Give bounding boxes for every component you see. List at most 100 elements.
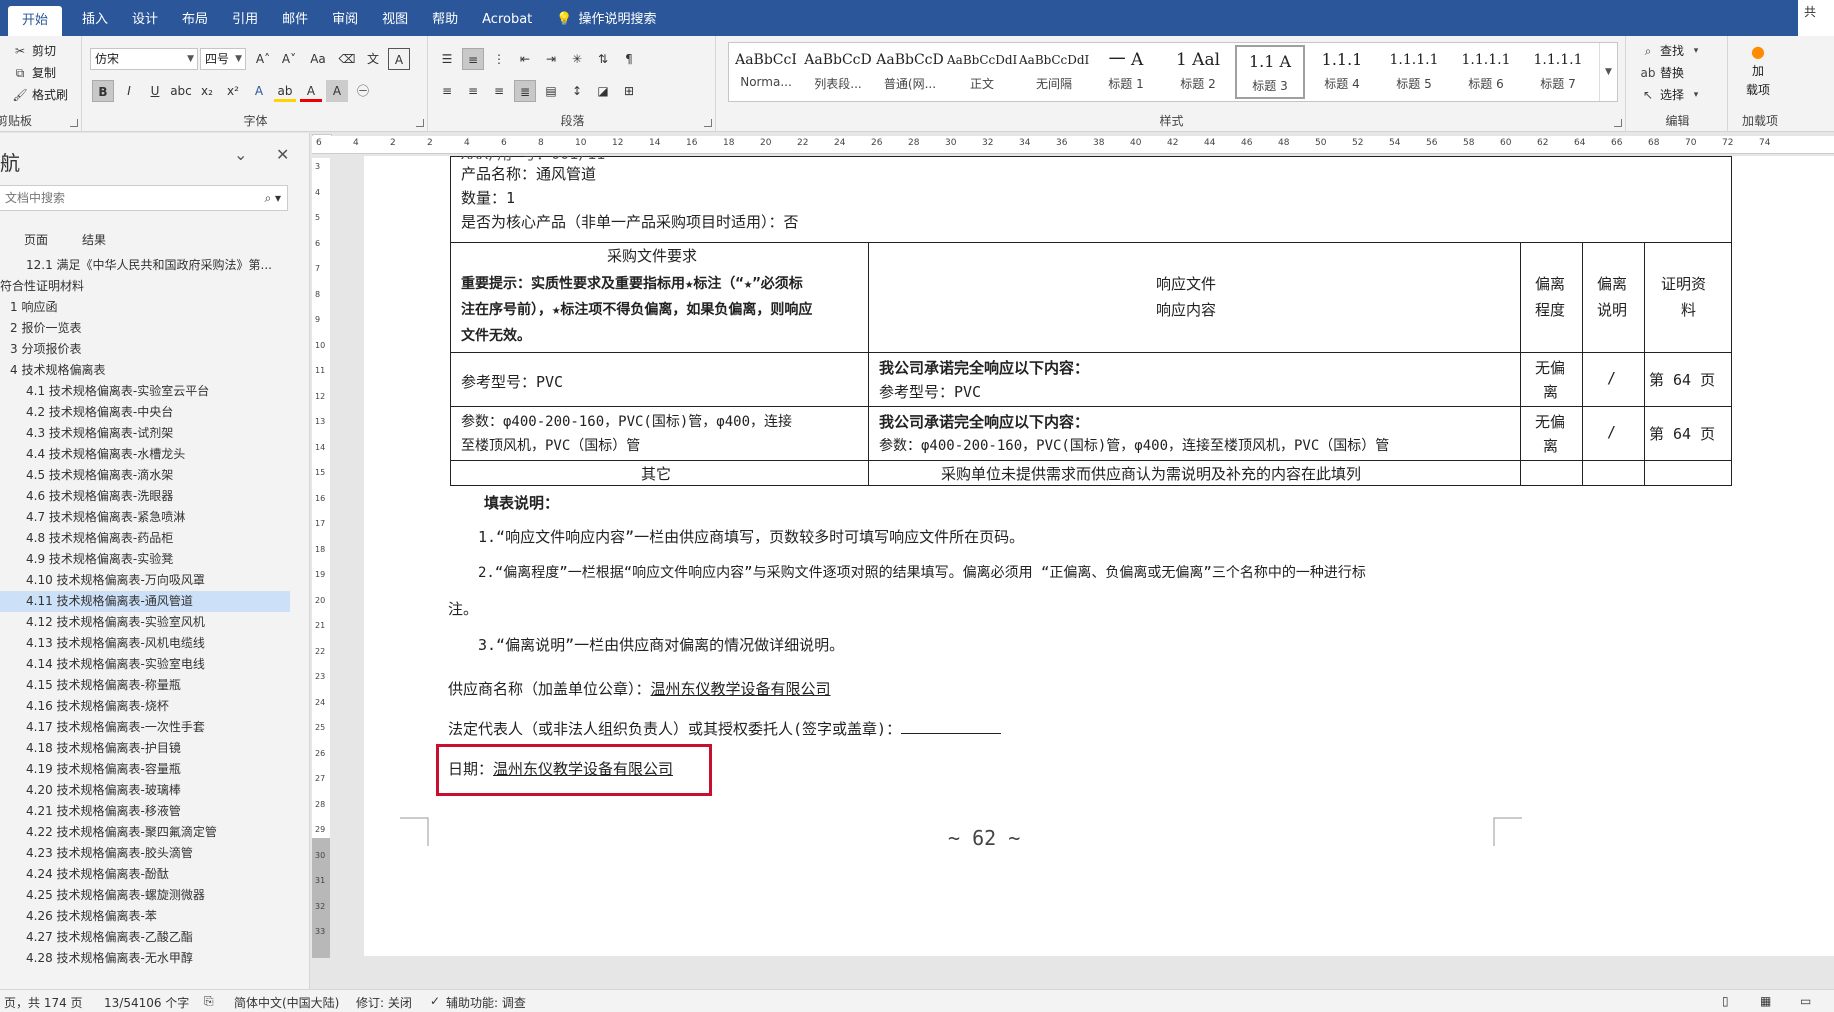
nav-heading-item[interactable]: 4.17 技术规格偏离表-一次性手套 <box>0 717 290 738</box>
shading-icon[interactable]: ◪ <box>592 80 614 102</box>
nav-heading-item[interactable]: 1 响应函 <box>0 297 290 318</box>
nav-heading-item[interactable]: 4.22 技术规格偏离表-聚四氟滴定管 <box>0 822 290 843</box>
align-center-icon[interactable]: ≡ <box>462 80 484 102</box>
nav-heading-item[interactable]: 4.1 技术规格偏离表-实验室云平台 <box>0 381 290 402</box>
status-language[interactable]: 简体中文(中国大陆) <box>234 994 339 1011</box>
vertical-ruler[interactable]: 3 4 5 6 7 8 9 10 11 12 13 14 15 16 17 18 19 20 21 22 23 24 25 2… <box>312 158 330 958</box>
nav-heading-item[interactable]: 4.20 技术规格偏离表-玻璃棒 <box>0 780 290 801</box>
status-track-changes[interactable]: 修订: 关闭 <box>356 994 412 1011</box>
nav-heading-item[interactable]: 4.16 技术规格偏离表-烧杯 <box>0 696 290 717</box>
style-heading-6[interactable]: 1.1.1.1 标题 6 <box>1451 45 1521 99</box>
highlight-icon[interactable]: ab <box>274 80 296 102</box>
tab-view[interactable]: 视图 <box>370 0 420 36</box>
share-button[interactable]: 共 <box>1798 0 1834 36</box>
borders-icon[interactable]: ⊞ <box>618 80 640 102</box>
decrease-indent-icon[interactable]: ⇤ <box>514 48 536 70</box>
font-color-icon[interactable]: A <box>300 80 322 102</box>
change-case-button[interactable]: Aa <box>304 48 332 70</box>
web-layout-icon[interactable]: ▭ <box>1800 994 1811 1008</box>
nav-tab-results[interactable]: 结果 <box>82 231 106 248</box>
underline-button[interactable]: U <box>144 80 166 102</box>
grow-font-button[interactable]: A˄ <box>252 48 274 70</box>
gallery-more-button[interactable]: ▼ <box>1599 43 1617 101</box>
horizontal-ruler[interactable]: 6 4 2 2 4 6 8 10 12 14 16 18 20 22 24 26 28 30 32 34 36 38 40 4… <box>312 136 1834 154</box>
nav-heading-item[interactable]: 4.21 技术规格偏离表-移液管 <box>0 801 290 822</box>
strikethrough-button[interactable]: abc <box>170 80 192 102</box>
tab-help[interactable]: 帮助 <box>420 0 470 36</box>
nav-heading-item[interactable]: 3 分项报价表 <box>0 339 290 360</box>
align-left-icon[interactable]: ≡ <box>436 80 458 102</box>
nav-heading-item[interactable]: 4.25 技术规格偏离表-螺旋测微器 <box>0 885 290 906</box>
multilevel-list-icon[interactable]: ⋮ <box>488 48 510 70</box>
find-button[interactable]: ⌕ 查找 ▾ <box>1640 42 1704 59</box>
tab-insert[interactable]: 插入 <box>70 0 120 36</box>
nav-heading-item[interactable]: 4.4 技术规格偏离表-水槽龙头 <box>0 444 290 465</box>
nav-heading-item[interactable]: 12.1 满足《中华人民共和国政府采购法》第... <box>0 255 290 276</box>
tab-review[interactable]: 审阅 <box>320 0 370 36</box>
asian-layout-icon[interactable]: ✳ <box>566 48 588 70</box>
tell-me-search[interactable]: 💡 操作说明搜索 <box>544 0 668 36</box>
phonetic-guide-icon[interactable]: 文 <box>362 48 384 70</box>
nav-heading-item[interactable]: 4.19 技术规格偏离表-容量瓶 <box>0 759 290 780</box>
bullets-icon[interactable]: ☰ <box>436 48 458 70</box>
align-right-icon[interactable]: ≡ <box>488 80 510 102</box>
style-body[interactable]: AaBbCcDdI 正文 <box>947 45 1017 99</box>
increase-indent-icon[interactable]: ⇥ <box>540 48 562 70</box>
tab-home[interactable]: 开始 <box>8 6 63 36</box>
nav-heading-item[interactable]: 4.2 技术规格偏离表-中央台 <box>0 402 290 423</box>
style-heading-7[interactable]: 1.1.1.1 标题 7 <box>1523 45 1593 99</box>
nav-heading-item[interactable]: 4.27 技术规格偏离表-乙酸乙酯 <box>0 927 290 948</box>
tab-references[interactable]: 引用 <box>220 0 270 36</box>
shrink-font-button[interactable]: A˅ <box>278 48 300 70</box>
style-heading-5[interactable]: 1.1.1.1 标题 5 <box>1379 45 1449 99</box>
nav-tab-pages[interactable]: 页面 <box>24 231 48 248</box>
nav-heading-item[interactable]: 4.10 技术规格偏离表-万向吸风罩 <box>0 570 290 591</box>
text-effects-icon[interactable]: A <box>248 80 270 102</box>
cut-button[interactable]: ✂ 剪切 <box>12 42 56 59</box>
font-launcher[interactable] <box>416 119 424 127</box>
accessibility-icon[interactable]: ✓ <box>430 994 440 1008</box>
nav-heading-item[interactable]: 4 技术规格偏离表 <box>0 360 290 381</box>
nav-heading-item[interactable]: 4.3 技术规格偏离表-试剂架 <box>0 423 290 444</box>
font-name-select[interactable]: 仿宋 ▼ <box>90 48 198 70</box>
nav-heading-item[interactable]: 4.9 技术规格偏离表-实验凳 <box>0 549 290 570</box>
subscript-button[interactable]: x₂ <box>196 80 218 102</box>
bold-button[interactable]: B <box>92 80 114 102</box>
style-normal-web[interactable]: AaBbCcD 普通(网... <box>875 45 945 99</box>
style-heading-3[interactable]: 1.1 A 标题 3 <box>1235 45 1305 99</box>
nav-heading-item[interactable]: 4.24 技术规格偏离表-酚酞 <box>0 864 290 885</box>
line-spacing-icon[interactable]: ↕ <box>566 80 588 102</box>
superscript-button[interactable]: x² <box>222 80 244 102</box>
close-icon[interactable]: ✕ <box>276 145 289 164</box>
char-shading-icon[interactable]: A <box>326 80 348 102</box>
justify-icon[interactable]: ≣ <box>514 80 536 102</box>
numbering-icon[interactable]: ≡ <box>462 48 484 70</box>
nav-heading-item[interactable]: 4.12 技术规格偏离表-实验室风机 <box>0 612 290 633</box>
replace-button[interactable]: ab 替换 <box>1640 64 1685 81</box>
show-marks-icon[interactable]: ¶ <box>618 48 640 70</box>
format-painter-button[interactable]: 🖌 格式刷 <box>12 86 68 103</box>
select-button[interactable]: ↖ 选择 ▾ <box>1640 86 1704 103</box>
nav-heading-item[interactable]: 4.23 技术规格偏离表-胶头滴管 <box>0 843 290 864</box>
search-icon[interactable]: ⌕ ▾ <box>264 186 281 210</box>
tab-acrobat[interactable]: Acrobat <box>470 0 544 36</box>
document-page[interactable]: XXX/用 号：001/11 产品名称：通风管道 数量：1 是否为核心产品（非单… <box>364 156 1834 956</box>
nav-heading-item[interactable]: 4.5 技术规格偏离表-滴水架 <box>0 465 290 486</box>
nav-heading-item[interactable]: 4.18 技术规格偏离表-护目镜 <box>0 738 290 759</box>
style-heading-1[interactable]: 一 A 标题 1 <box>1091 45 1161 99</box>
style-normal[interactable]: AaBbCcI Norma... <box>731 45 801 99</box>
clipboard-launcher[interactable] <box>70 119 78 127</box>
sort-icon[interactable]: ⇅ <box>592 48 614 70</box>
status-words[interactable]: 13/54106 个字 <box>104 994 189 1011</box>
nav-heading-item[interactable]: 符合性证明材料 <box>0 276 290 297</box>
read-mode-icon[interactable]: ▯ <box>1722 994 1729 1008</box>
nav-heading-item[interactable]: 4.6 技术规格偏离表-洗眼器 <box>0 486 290 507</box>
nav-search-input[interactable]: 文档中搜索 ⌕ ▾ <box>0 185 288 211</box>
document-area[interactable]: XXX/用 号：001/11 产品名称：通风管道 数量：1 是否为核心产品（非单… <box>340 156 1834 989</box>
font-size-select[interactable]: 四号 ▼ <box>200 48 246 70</box>
nav-heading-item[interactable]: 4.7 技术规格偏离表-紧急喷淋 <box>0 507 290 528</box>
print-layout-icon[interactable]: ▦ <box>1760 994 1771 1008</box>
tab-layout[interactable]: 布局 <box>170 0 220 36</box>
nav-heading-item[interactable]: 4.26 技术规格偏离表-苯 <box>0 906 290 927</box>
proofing-icon[interactable]: ⎘ <box>204 994 214 1009</box>
